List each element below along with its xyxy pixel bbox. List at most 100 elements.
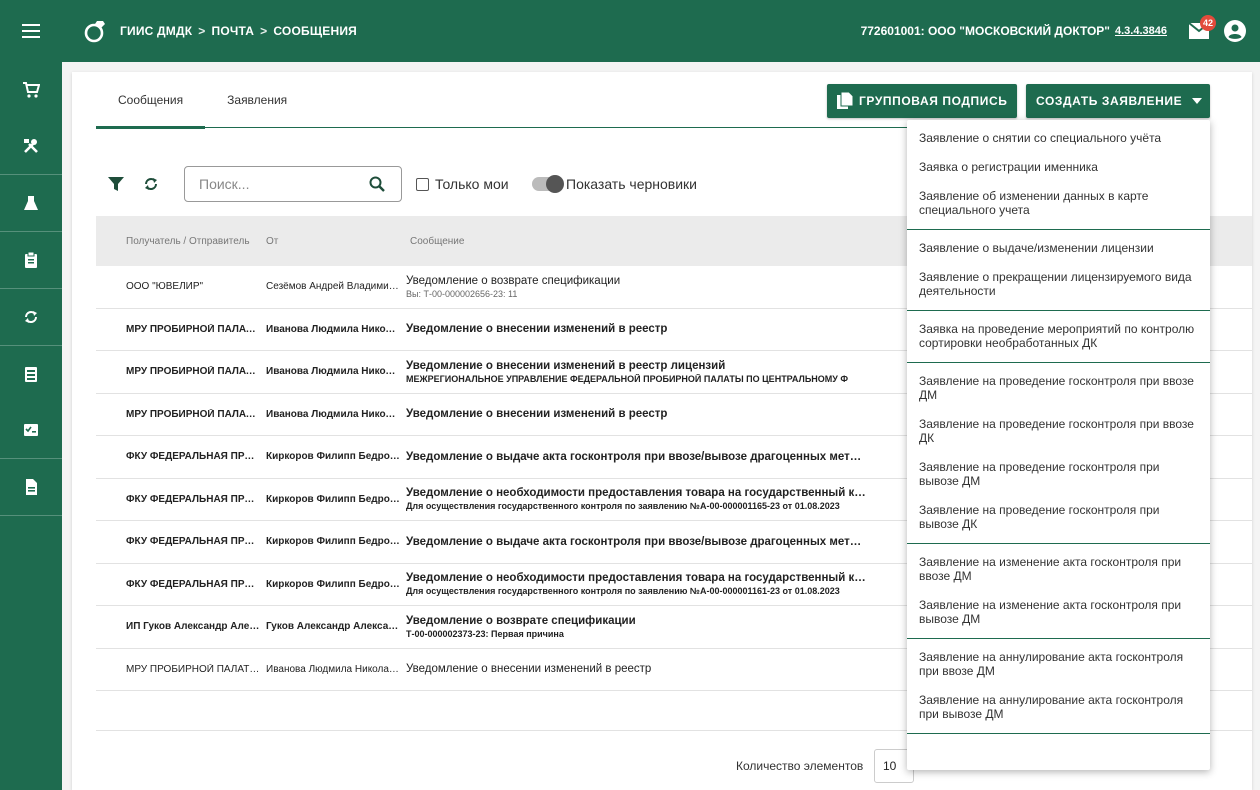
recipient-cell: ООО "ЮВЕЛИР" xyxy=(126,281,204,293)
message-subject: Уведомление о внесении изменений в реест… xyxy=(406,323,668,336)
menu-item[interactable]: Заявка на проведение мероприятий по конт… xyxy=(907,315,1210,358)
tab-applications[interactable]: Заявления xyxy=(205,72,309,128)
menu-item[interactable]: Заявление на изменение акта госконтроля … xyxy=(907,548,1210,591)
menu-item[interactable]: Заявка о регистрации именника xyxy=(907,153,1210,182)
menu-item[interactable]: Заявление о прекращении лицензируемого в… xyxy=(907,263,1210,306)
breadcrumb-item: СООБЩЕНИЯ xyxy=(273,24,357,38)
recipient-cell: МРУ ПРОБИРНОЙ ПАЛАТЫ ПО ЦФО xyxy=(126,663,260,675)
message-cell: Уведомление о внесении изменений в реест… xyxy=(400,663,990,675)
tools-icon[interactable] xyxy=(0,118,62,174)
from-cell: Киркоров Филипп Бедросович xyxy=(266,578,400,590)
document-icon[interactable] xyxy=(0,459,62,515)
message-subject: Уведомление о необходимости предоставлен… xyxy=(406,487,866,500)
menu-group: Заявление на изменение акта госконтроля … xyxy=(907,544,1210,639)
badge-list-icon[interactable] xyxy=(0,346,62,402)
recipient-cell: МРУ ПРОБИРНОЙ ПАЛАТЫ ПО ЦФО xyxy=(126,408,260,420)
recipient-cell: ФКУ ФЕДЕРАЛЬНАЯ ПРОБИРНАЯ ПАЛАТА xyxy=(126,451,260,463)
message-detail: Для осуществления государственного контр… xyxy=(406,501,840,512)
message-subject: Уведомление о внесении изменений в реест… xyxy=(406,359,726,372)
menu-item[interactable]: Заявление на проведение госконтроля при … xyxy=(907,410,1210,453)
version-link[interactable]: 4.3.4.3846 xyxy=(1115,25,1167,37)
menu-item[interactable]: Заявление о выдаче/изменении лицензии xyxy=(907,234,1210,263)
recipient-cell: ИП Гуков Александр Александрович xyxy=(126,621,260,633)
document-copy-icon xyxy=(837,92,853,109)
message-subject: Уведомление о выдаче акта госконтроля пр… xyxy=(406,535,862,548)
only-mine-label: Только мои xyxy=(435,176,509,192)
group-sign-button[interactable]: ГРУППОВАЯ ПОДПИСЬ xyxy=(827,84,1017,118)
message-cell: Уведомление о необходимости предоставлен… xyxy=(400,572,990,596)
menu-group: Заявление о выдаче/изменении лицензии Зая… xyxy=(907,230,1210,311)
recipient-cell: ФКУ ФЕДЕРАЛЬНАЯ ПРОБИРНАЯ ПАЛАТА xyxy=(126,536,260,548)
only-mine-checkbox[interactable]: Только мои xyxy=(416,176,509,192)
sync-icon[interactable] xyxy=(0,289,62,345)
top-bar: ГИИС ДМДК > ПОЧТА > СООБЩЕНИЯ 772601001:… xyxy=(0,0,1260,62)
menu-item[interactable]: Заявление о снятии со специального учёта xyxy=(907,124,1210,153)
clipboard-icon[interactable] xyxy=(0,232,62,288)
mail-count-badge: 42 xyxy=(1200,15,1216,31)
menu-group: Заявка на проведение мероприятий по конт… xyxy=(907,311,1210,363)
search-icon[interactable] xyxy=(369,176,385,192)
message-cell: Уведомление о выдаче акта госконтроля пр… xyxy=(400,451,990,463)
tab-messages[interactable]: Сообщения xyxy=(96,72,206,129)
create-application-label: СОЗДАТЬ ЗАЯВЛЕНИЕ xyxy=(1036,94,1183,108)
column-header-recipient[interactable]: Получатель / Отправитель xyxy=(96,236,260,247)
user-account-icon[interactable] xyxy=(1224,20,1246,42)
show-drafts-toggle[interactable]: Показать черновики xyxy=(532,175,697,193)
message-subject: Уведомление о внесении изменений в реест… xyxy=(406,408,668,421)
breadcrumb-item[interactable]: ПОЧТА xyxy=(212,24,255,38)
message-subject: Уведомление о возврате спецификации xyxy=(406,614,636,627)
message-cell: Уведомление о выдаче акта госконтроля пр… xyxy=(400,536,990,548)
message-cell: Уведомление о необходимости предоставлен… xyxy=(400,487,990,511)
recipient-cell: ФКУ ФЕДЕРАЛЬНАЯ ПРОБИРНАЯ ПАЛАТА xyxy=(126,578,260,590)
message-subject: Уведомление о необходимости предоставлен… xyxy=(406,572,866,585)
from-cell: Сезёмов Андрей Владимирович xyxy=(266,281,400,293)
recipient-cell: МРУ ПРОБИРНОЙ ПАЛАТЫ ПО ЦФО xyxy=(126,323,260,335)
message-cell: Уведомление о внесении изменений в реест… xyxy=(400,360,990,384)
menu-icon[interactable] xyxy=(0,0,62,62)
message-cell: Уведомление о возврате спецификации Т-00-… xyxy=(400,615,990,639)
cart-icon[interactable] xyxy=(0,62,62,118)
search-input[interactable] xyxy=(185,176,365,192)
menu-group: Заявление о снятии со специального учёта… xyxy=(907,120,1210,230)
from-cell: Киркоров Филипп Бедросович xyxy=(266,536,400,548)
refresh-icon[interactable] xyxy=(142,175,160,193)
message-detail: Т-00-000002373-23: Первая причина xyxy=(406,628,564,639)
menu-item[interactable]: Заявление на проведение госконтроля при … xyxy=(907,367,1210,410)
group-sign-label: ГРУППОВАЯ ПОДПИСЬ xyxy=(859,94,1008,108)
menu-group: Заявление на проведение госконтроля при … xyxy=(907,363,1210,544)
checklist-icon[interactable] xyxy=(0,402,62,458)
menu-item[interactable]: Заявление на проведение госконтроля при … xyxy=(907,453,1210,496)
from-cell: Иванова Людмила Николаевна xyxy=(266,366,400,378)
logo-icon xyxy=(84,21,105,43)
menu-item[interactable]: Заявление на изменение акта госконтроля … xyxy=(907,591,1210,634)
checkbox-box[interactable] xyxy=(416,177,429,191)
breadcrumb-separator: > xyxy=(260,24,268,38)
organization-name: 772601001: ООО "МОСКОВСКИЙ ДОКТОР" xyxy=(860,24,1110,38)
from-cell: Киркоров Филипп Бедросович xyxy=(266,451,400,463)
from-cell: Иванова Людмила Николаевна xyxy=(266,323,400,335)
message-subject: Уведомление о внесении изменений в реест… xyxy=(406,663,652,676)
message-cell: Уведомление о внесении изменений в реест… xyxy=(400,323,990,335)
lab-flask-icon[interactable] xyxy=(0,175,62,231)
items-per-page-label: Количество элементов xyxy=(736,759,864,773)
menu-item[interactable]: Заявление на аннулирование акта госконтр… xyxy=(907,686,1210,729)
from-cell: Гуков Александр Александрович xyxy=(266,621,400,633)
toggle-switch[interactable] xyxy=(532,175,564,193)
column-header-from[interactable]: От xyxy=(260,236,400,247)
menu-item[interactable]: Заявление на аннулирование акта госконтр… xyxy=(907,643,1210,686)
message-detail: Вы: Т-00-000002656-23: 11 xyxy=(406,288,518,299)
message-cell: Уведомление о возврате спецификации Вы: Т… xyxy=(400,275,990,299)
create-application-menu: Заявление о снятии со специального учёта… xyxy=(907,120,1210,770)
menu-item[interactable]: Заявление об изменении данных в карте сп… xyxy=(907,182,1210,225)
message-subject: Уведомление о возврате спецификации xyxy=(406,274,621,287)
create-application-button[interactable]: СОЗДАТЬ ЗАЯВЛЕНИЕ xyxy=(1026,84,1210,118)
search-box xyxy=(184,166,402,202)
breadcrumb-item[interactable]: ГИИС ДМДК xyxy=(120,24,192,38)
filter-icon[interactable] xyxy=(108,176,124,192)
show-drafts-label: Показать черновики xyxy=(566,176,697,192)
menu-group: Заявление на аннулирование акта госконтр… xyxy=(907,639,1210,734)
column-header-message[interactable]: Сообщение xyxy=(400,236,990,247)
menu-item[interactable]: Заявление на проведение госконтроля при … xyxy=(907,496,1210,539)
message-cell: Уведомление о внесении изменений в реест… xyxy=(400,408,990,420)
message-detail: Для осуществления государственного контр… xyxy=(406,586,840,597)
